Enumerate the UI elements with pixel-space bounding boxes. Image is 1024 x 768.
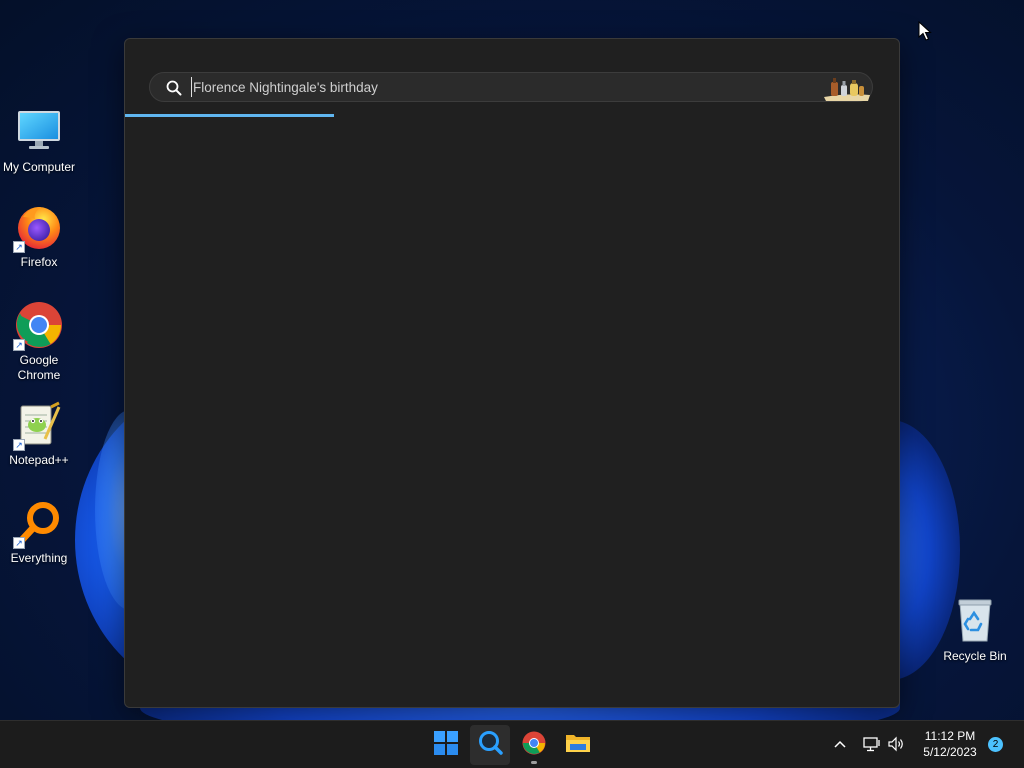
plugin-bottles-icon[interactable] xyxy=(822,73,872,103)
shortcut-arrow-icon: ↗ xyxy=(13,339,25,351)
recycle-bin-icon xyxy=(951,597,999,645)
desktop-icon-label: Google Chrome xyxy=(17,353,61,382)
desktop-icon-label: Notepad++ xyxy=(9,453,69,467)
desktop-icon-label: Recycle Bin xyxy=(943,649,1007,663)
search-progress-bar xyxy=(125,114,899,117)
windows-start-icon xyxy=(434,730,458,760)
desktop-icon-label: Everything xyxy=(10,551,68,565)
desktop-icon-everything[interactable]: ↗ Everything xyxy=(0,499,78,566)
volume-icon[interactable] xyxy=(886,733,906,755)
everything-icon: ↗ xyxy=(13,499,63,549)
taskbar-clock[interactable]: 11:12 PM 5/12/2023 xyxy=(914,728,986,760)
desktop: My Computer ↗ Firefox ↗ Google Chrome ↗ … xyxy=(0,0,1024,720)
shortcut-arrow-icon: ↗ xyxy=(13,537,25,549)
taskbar: 11:12 PM 5/12/2023 2 xyxy=(0,720,1024,768)
network-icon[interactable] xyxy=(862,733,882,755)
search-progress-fill xyxy=(125,114,334,117)
search-box[interactable] xyxy=(149,72,873,102)
desktop-icon-label: Firefox xyxy=(20,255,58,269)
clock-date: 5/12/2023 xyxy=(923,745,977,759)
search-icon xyxy=(165,79,183,97)
clock-time: 11:12 PM xyxy=(924,729,976,743)
taskbar-file-explorer-button[interactable] xyxy=(558,725,598,765)
file-explorer-icon xyxy=(565,731,591,760)
taskbar-search-app-button[interactable] xyxy=(470,725,510,765)
start-button[interactable] xyxy=(426,725,466,765)
shortcut-arrow-icon: ↗ xyxy=(13,439,25,451)
desktop-icon-label: My Computer xyxy=(2,160,76,174)
search-window[interactable] xyxy=(124,38,900,708)
mouse-cursor-icon xyxy=(918,21,932,41)
notepadpp-icon: ↗ xyxy=(13,401,63,451)
running-indicator xyxy=(531,761,537,764)
search-input[interactable] xyxy=(191,77,813,97)
notification-badge[interactable]: 2 xyxy=(988,737,1003,752)
desktop-icon-notepadpp[interactable]: ↗ Notepad++ xyxy=(0,401,78,468)
desktop-icon-google-chrome[interactable]: ↗ Google Chrome xyxy=(0,301,78,383)
shortcut-arrow-icon: ↗ xyxy=(13,241,25,253)
chrome-icon: ↗ xyxy=(13,301,63,351)
desktop-icon-my-computer[interactable]: My Computer xyxy=(0,108,78,175)
monitor-icon xyxy=(15,108,63,156)
desktop-icon-firefox[interactable]: ↗ Firefox xyxy=(0,203,78,270)
taskbar-chrome-button[interactable] xyxy=(514,725,554,765)
search-app-icon xyxy=(477,730,503,761)
firefox-icon: ↗ xyxy=(13,203,63,253)
chevron-up-icon[interactable] xyxy=(830,733,850,755)
chrome-icon xyxy=(522,731,546,760)
desktop-icon-recycle-bin[interactable]: Recycle Bin xyxy=(936,597,1014,664)
